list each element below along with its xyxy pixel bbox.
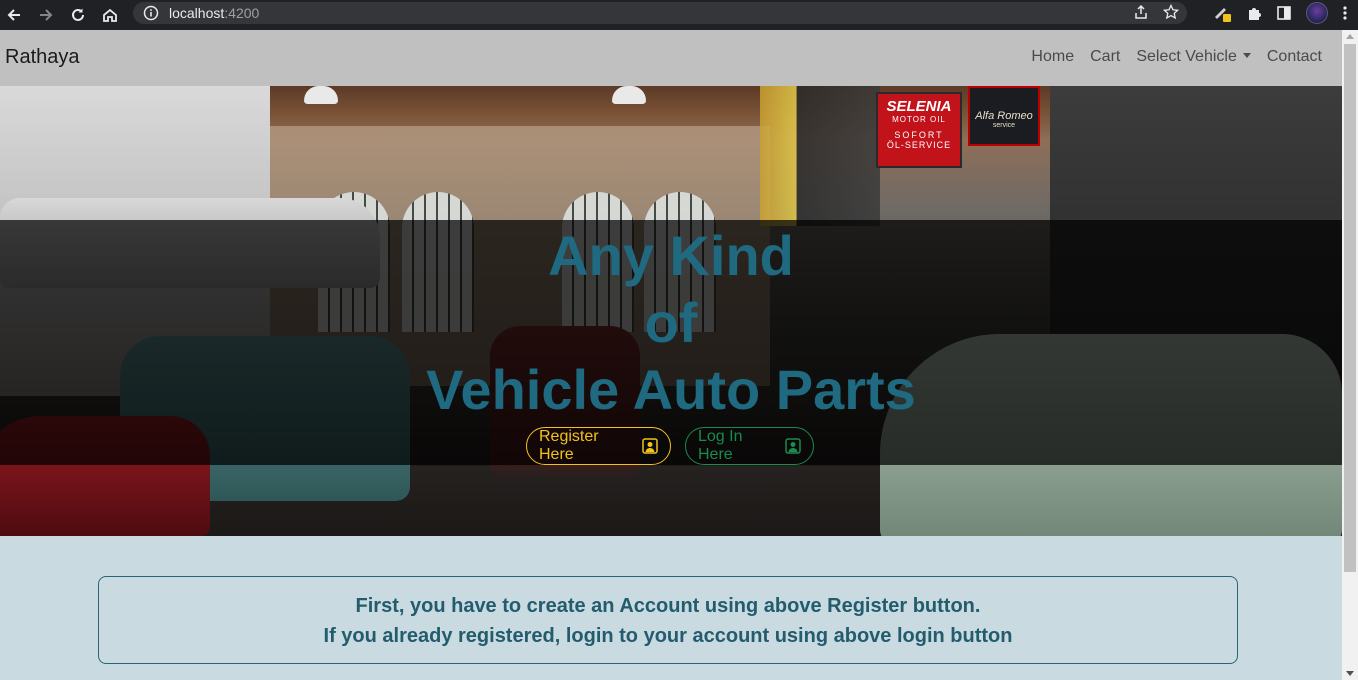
ceiling-lamp [304,86,338,104]
scroll-up-arrow-icon[interactable] [1346,34,1354,39]
selenia-sign-sofort: SOFORT [894,130,944,140]
profile-avatar[interactable] [1306,2,1328,24]
caret-down-icon [1242,53,1251,59]
info-line-2: If you already registered, login to your… [323,625,1013,647]
arrow-right-icon [40,9,53,21]
nav-dropdown-select-vehicle[interactable]: Select Vehicle [1136,48,1251,66]
browser-toolbar: localhost:4200 [0,0,1358,30]
selenia-sign: SELENIA MOTOR OIL SOFORT ÖL-SERVICE [876,92,962,168]
login-button[interactable]: Log In Here [685,427,814,465]
home-icon [103,8,117,22]
selenia-sign-oel: ÖL-SERVICE [886,140,952,150]
url-text: localhost:4200 [169,5,259,21]
hero-title-line1: Any Kind [548,224,794,287]
ceiling-lamp [612,86,646,104]
app-navbar: Rathaya Home Cart Select Vehicle Contact [0,30,1342,86]
star-icon[interactable] [1163,4,1179,20]
info-line-1: First, you have to create an Account usi… [355,595,981,617]
scrollbar-thumb[interactable] [1344,44,1356,572]
puzzle-icon[interactable] [1246,5,1262,21]
home-button[interactable] [100,5,120,25]
hero-title: Any Kind of Vehicle Auto Parts [0,222,1342,423]
hero-title-line3: Vehicle Auto Parts [426,358,916,421]
register-button[interactable]: Register Here [526,427,671,465]
kebab-menu-icon[interactable] [1342,5,1348,21]
alfa-romeo-sign: Alfa Romeo service [968,86,1040,146]
info-icon [143,5,159,21]
forward-button[interactable] [36,5,56,25]
nav-links: Home Cart Select Vehicle Contact [1031,48,1322,66]
url-host: localhost [169,5,225,21]
reload-icon [72,8,84,21]
alfa-sign-title: Alfa Romeo [975,110,1033,122]
brand-logo[interactable]: Rathaya [5,46,80,69]
hero-buttons: Register Here Log In Here [0,427,1342,465]
share-icon[interactable] [1133,4,1149,20]
person-badge-icon [785,438,801,454]
hero-title-line2: of [644,291,698,354]
extension-pencil-icon[interactable] [1212,3,1232,23]
sidepanel-icon[interactable] [1276,5,1292,21]
scroll-down-arrow-icon[interactable] [1346,671,1354,676]
hero-bg-shelf [760,86,880,226]
reload-button[interactable] [68,5,88,25]
nav-link-cart[interactable]: Cart [1090,48,1120,66]
nav-link-contact[interactable]: Contact [1267,48,1322,66]
register-button-label: Register Here [539,428,599,463]
back-button[interactable] [4,5,24,25]
selenia-sign-title: SELENIA [886,98,952,115]
address-bar[interactable]: localhost:4200 [133,2,1187,24]
alfa-sign-sub: service [992,122,1016,129]
page-scrollbar[interactable] [1342,30,1358,680]
url-port: :4200 [224,5,260,21]
selenia-sign-sub: MOTOR OIL [892,115,946,124]
select-vehicle-label: Select Vehicle [1136,48,1237,65]
info-message-box: First, you have to create an Account usi… [98,576,1238,664]
login-button-label: Log In Here [698,428,743,463]
nav-link-home[interactable]: Home [1031,48,1074,66]
hero-banner: SELENIA MOTOR OIL SOFORT ÖL-SERVICE Alfa… [0,86,1342,536]
person-badge-icon [642,438,658,454]
arrow-left-icon [7,9,20,21]
